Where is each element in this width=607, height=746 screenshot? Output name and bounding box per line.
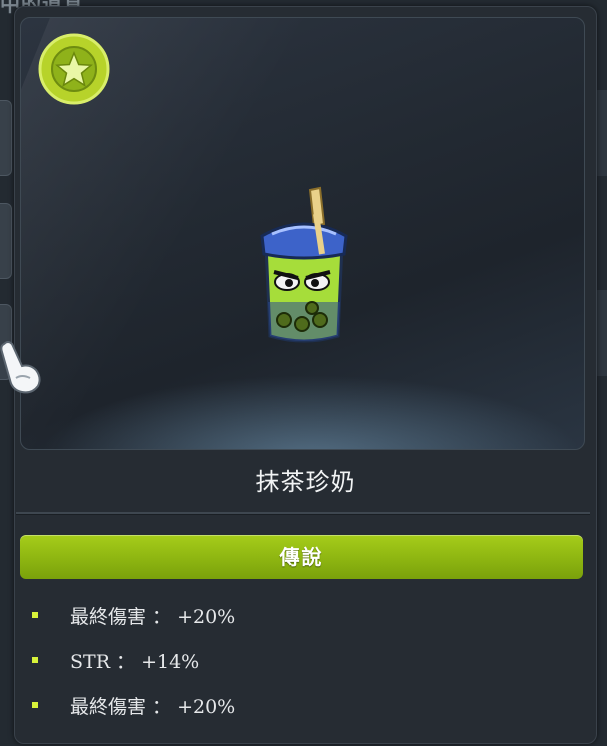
- item-name: 抹茶珍奶: [255, 468, 356, 496]
- star-badge-icon: [38, 33, 110, 105]
- stat-text: STR ： +14%: [70, 651, 200, 673]
- hand-cursor-icon: [0, 341, 41, 394]
- grade-label: 傳說: [279, 545, 324, 569]
- stat-row: 最終傷害 ： +20%: [30, 596, 570, 641]
- background-tab: [0, 100, 12, 176]
- stat-row: 最終傷害 ： +20%: [30, 686, 570, 731]
- matcha-bubble-tea-icon: [260, 186, 348, 343]
- stat-text: 最終傷害 ： +20%: [70, 696, 236, 718]
- stat-row: STR ： +14%: [30, 641, 570, 686]
- bullet-icon: [32, 657, 38, 663]
- divider: [16, 512, 590, 515]
- stat-list: 最終傷害 ： +20% STR ： +14% 最終傷害 ： +20%: [30, 596, 570, 731]
- grade-bar: 傳說: [20, 535, 583, 579]
- background-tab: [0, 203, 12, 279]
- bullet-icon: [32, 612, 38, 618]
- stat-text: 最終傷害 ： +20%: [70, 606, 236, 628]
- bullet-icon: [32, 702, 38, 708]
